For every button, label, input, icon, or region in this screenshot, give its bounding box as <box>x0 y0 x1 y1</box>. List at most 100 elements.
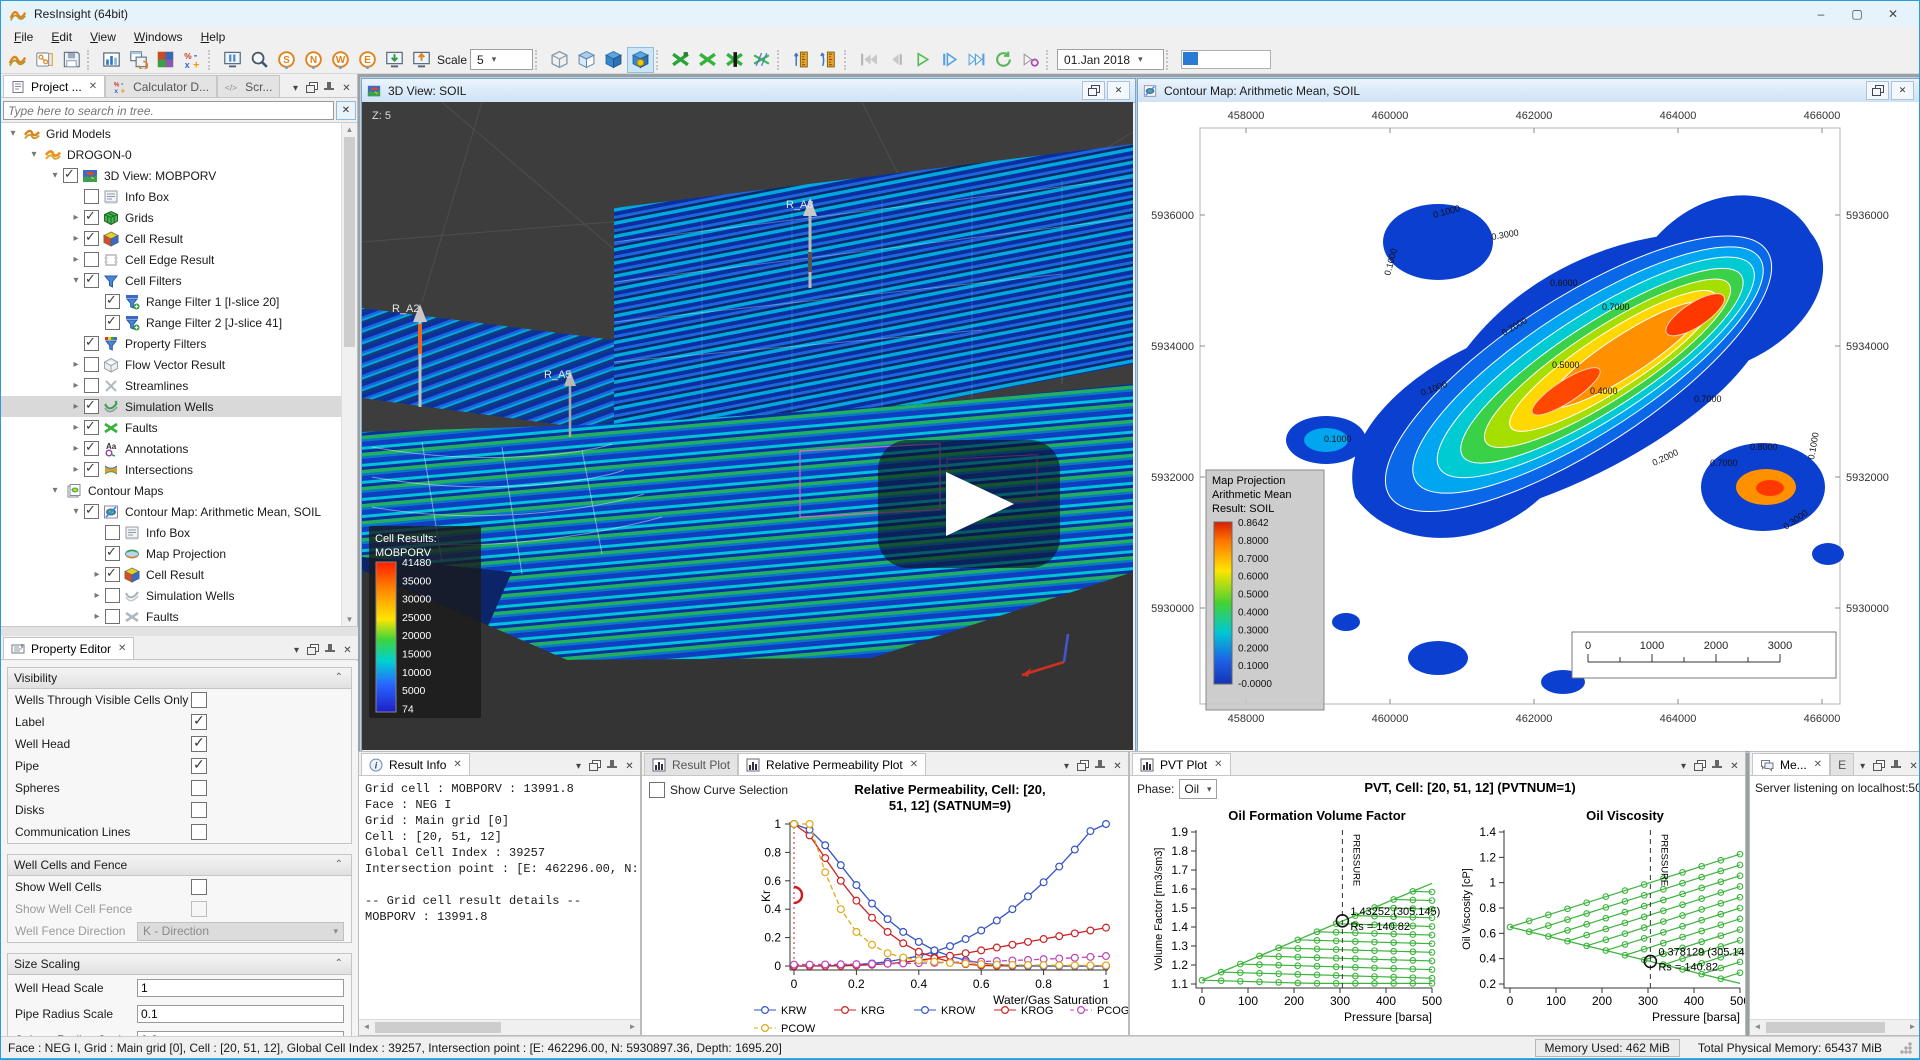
search-clear-button[interactable]: ✕ <box>336 101 356 120</box>
tab-property-editor[interactable]: Property Editor✕ <box>3 637 134 659</box>
video-play-overlay[interactable] <box>878 440 1060 568</box>
spheres-checkbox[interactable] <box>191 780 207 796</box>
tree-item-grid-models[interactable]: ▾Grid Models <box>1 123 343 144</box>
expander-icon[interactable]: ▾ <box>47 485 63 496</box>
wells-through-visible-cells-only-checkbox[interactable] <box>191 692 207 708</box>
tree-item-faults[interactable]: ▸Faults <box>1 606 343 627</box>
expander-icon[interactable]: ▸ <box>68 422 84 433</box>
tab-truncated[interactable]: E <box>1830 753 1854 775</box>
dock-menu-button[interactable] <box>570 758 587 775</box>
anim-play-button[interactable] <box>909 47 936 73</box>
tab-project-tree[interactable]: Project ...✕ <box>3 75 105 97</box>
dock-float-button[interactable] <box>1075 758 1092 775</box>
horizontal-scrollbar[interactable]: ◄► <box>1750 1019 1920 1035</box>
menu-help[interactable]: Help <box>192 29 235 45</box>
close-icon[interactable]: ✕ <box>453 759 461 770</box>
dock-float-button[interactable] <box>587 758 604 775</box>
expander-icon[interactable]: ▸ <box>89 569 105 580</box>
section-header[interactable]: Size Scaling <box>8 954 351 975</box>
open-project-button[interactable] <box>31 47 58 73</box>
anim-settings-button[interactable] <box>1017 47 1044 73</box>
dock-pin-button[interactable] <box>321 80 338 97</box>
view-north-button[interactable]: N <box>300 47 327 73</box>
tree-item-simulation-wells[interactable]: ▸Simulation Wells <box>1 396 343 417</box>
tree-item-contour-maps[interactable]: ▾Contour Maps <box>1 480 343 501</box>
expander-icon[interactable]: ▾ <box>26 149 42 160</box>
cube-faces-button[interactable] <box>573 47 600 73</box>
menu-edit[interactable]: Edit <box>42 29 81 45</box>
dock-float-button[interactable] <box>1692 758 1709 775</box>
tree-item-grids[interactable]: ▸Grids <box>1 207 343 228</box>
visibility-checkbox[interactable] <box>84 399 99 414</box>
tree-item-info-box[interactable]: Info Box <box>1 186 343 207</box>
save-project-button[interactable] <box>58 47 85 73</box>
dock-close-button[interactable] <box>1726 758 1743 775</box>
contour-viewport[interactable]: 0.10000.10000.30000.60000.70000.20000.50… <box>1138 102 1919 751</box>
horizontal-scrollbar[interactable]: ◄► <box>359 1019 640 1035</box>
zoom-all-button[interactable] <box>246 47 273 73</box>
dock-close-button[interactable] <box>1109 758 1126 775</box>
dock-pin-button[interactable] <box>1092 758 1109 775</box>
visibility-checkbox[interactable] <box>84 273 99 288</box>
tree-item-drogon-0[interactable]: ▾DROGON-0 <box>1 144 343 165</box>
expander-icon[interactable]: ▾ <box>68 506 84 517</box>
menu-view[interactable]: View <box>81 29 125 45</box>
visibility-checkbox[interactable] <box>84 441 99 456</box>
expander-icon[interactable]: ▸ <box>68 380 84 391</box>
expander-icon[interactable]: ▸ <box>68 443 84 454</box>
dock-float-button[interactable] <box>1871 758 1888 775</box>
fault-a-button[interactable] <box>667 47 694 73</box>
standard-view-button[interactable] <box>219 47 246 73</box>
pipe-radius-scale-input[interactable] <box>137 1005 344 1023</box>
tree-item-map-projection[interactable]: Map Projection <box>1 543 343 564</box>
visibility-checkbox[interactable] <box>105 546 120 561</box>
cube-solid-button[interactable] <box>600 47 627 73</box>
dock-pin-button[interactable] <box>322 642 339 659</box>
contour-titlebar[interactable]: Contour Map: Arithmetic Mean, SOIL ✕ <box>1138 79 1919 103</box>
scale-select[interactable]: 5▾ <box>470 49 533 70</box>
tree-item-property-filters[interactable]: Property Filters <box>1 333 343 354</box>
visibility-checkbox[interactable] <box>84 210 99 225</box>
expander-icon[interactable]: ▸ <box>68 464 84 475</box>
close-icon[interactable]: ✕ <box>910 759 918 770</box>
view-from-below-button[interactable] <box>408 47 435 73</box>
close-icon[interactable]: ✕ <box>89 81 97 92</box>
dock-close-button[interactable] <box>621 758 638 775</box>
ruler-curve-button[interactable] <box>815 47 842 73</box>
anim-step-back-button[interactable] <box>882 47 909 73</box>
cube-outline-button[interactable] <box>546 47 573 73</box>
tree-item-contour-map-arithmetic-mean-soil[interactable]: ▾Contour Map: Arithmetic Mean, SOIL <box>1 501 343 522</box>
expander-icon[interactable]: ▾ <box>47 170 63 181</box>
anim-skip-start-button[interactable] <box>855 47 882 73</box>
tree-item-intersections[interactable]: ▸Intersections <box>1 459 343 480</box>
visibility-checkbox[interactable] <box>84 420 99 435</box>
close-button[interactable]: ✕ <box>1107 81 1130 100</box>
tree-item-3d-view-mobporv[interactable]: ▾3D View: MOBPORV <box>1 165 343 186</box>
tab-pvt-plot[interactable]: PVT Plot✕ <box>1132 753 1231 775</box>
expander-icon[interactable]: ▸ <box>68 359 84 370</box>
visibility-checkbox[interactable] <box>105 294 120 309</box>
tree-item-annotations[interactable]: ▸AaAnnotations <box>1 438 343 459</box>
phase-select[interactable]: Oil▾ <box>1179 779 1216 799</box>
communication-lines-checkbox[interactable] <box>191 824 207 840</box>
window-manager-button[interactable] <box>125 47 152 73</box>
visibility-checkbox[interactable] <box>105 315 120 330</box>
show-curve-selection-checkbox[interactable] <box>649 782 665 798</box>
fault-c-button[interactable] <box>721 47 748 73</box>
tab-result-info[interactable]: i Result Info✕ <box>361 753 470 775</box>
visibility-checkbox[interactable] <box>84 189 99 204</box>
dock-pin-button[interactable] <box>1709 758 1726 775</box>
fault-b-button[interactable] <box>694 47 721 73</box>
tree-scrollbar[interactable]: ▲▼ <box>341 122 357 627</box>
visibility-checkbox[interactable] <box>84 252 99 267</box>
tree-item-faults[interactable]: ▸Faults <box>1 417 343 438</box>
dock-menu-button[interactable] <box>1854 758 1871 775</box>
dock-close-button[interactable] <box>338 80 355 97</box>
view3d-titlebar[interactable]: 3D View: SOIL ✕ <box>362 79 1135 103</box>
visibility-checkbox[interactable] <box>84 378 99 393</box>
visibility-checkbox[interactable] <box>84 504 99 519</box>
visibility-checkbox[interactable] <box>84 231 99 246</box>
visibility-checkbox[interactable] <box>84 336 99 351</box>
resize-grip[interactable] <box>1900 1042 1912 1054</box>
expander-icon[interactable]: ▸ <box>68 401 84 412</box>
